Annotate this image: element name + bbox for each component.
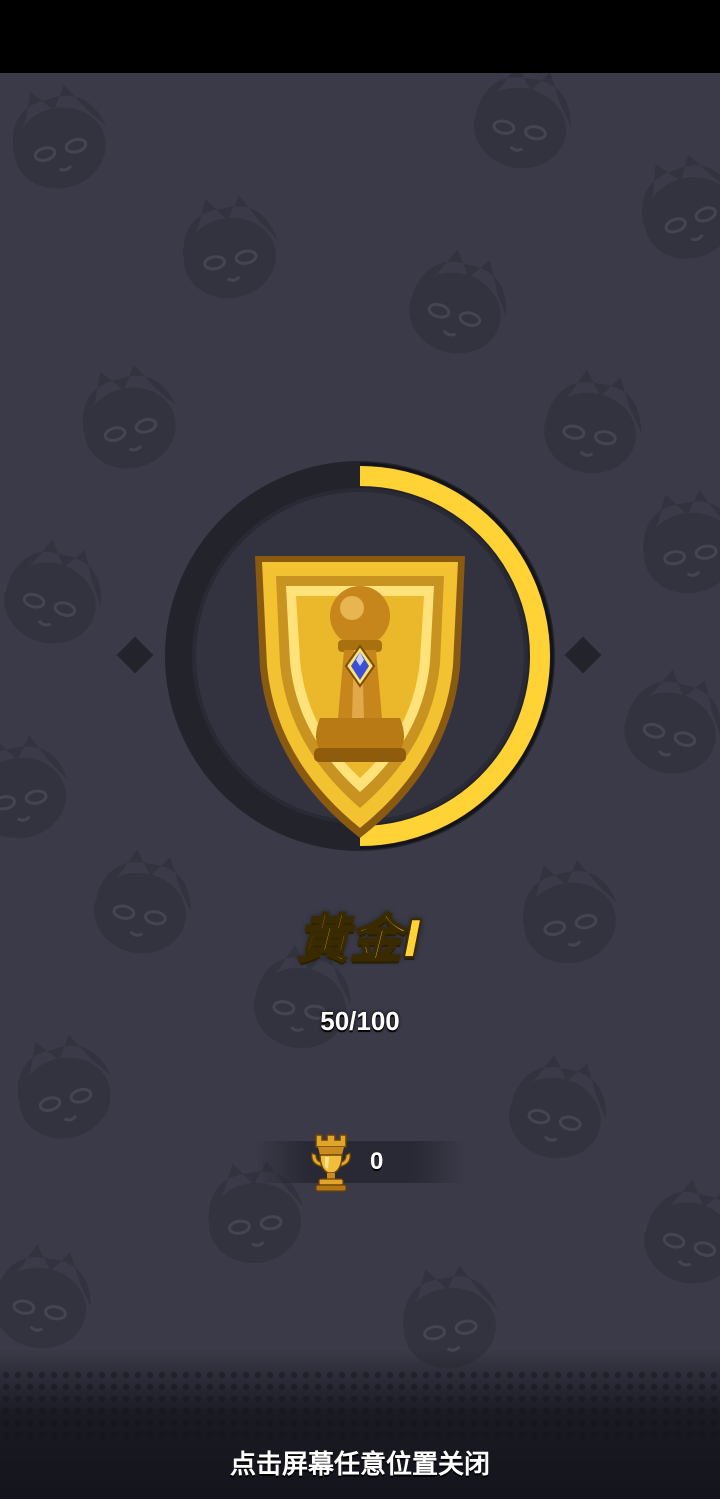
rank-progress-ring bbox=[165, 461, 555, 851]
rank-name: 黄金I bbox=[296, 909, 424, 971]
rank-detail-screen[interactable]: 黄金I 50/100 0 点击屏幕任意位置关闭 bbox=[0, 73, 720, 1499]
close-hint-text[interactable]: 点击屏幕任意位置关闭 bbox=[0, 1444, 720, 1481]
rank-progress-text: 50/100 bbox=[320, 1006, 400, 1036]
trophy-bar bbox=[255, 1141, 465, 1183]
trophy-rook-icon bbox=[311, 1134, 351, 1192]
status-bar bbox=[0, 0, 720, 73]
trophy-count: 0 bbox=[370, 1148, 384, 1175]
